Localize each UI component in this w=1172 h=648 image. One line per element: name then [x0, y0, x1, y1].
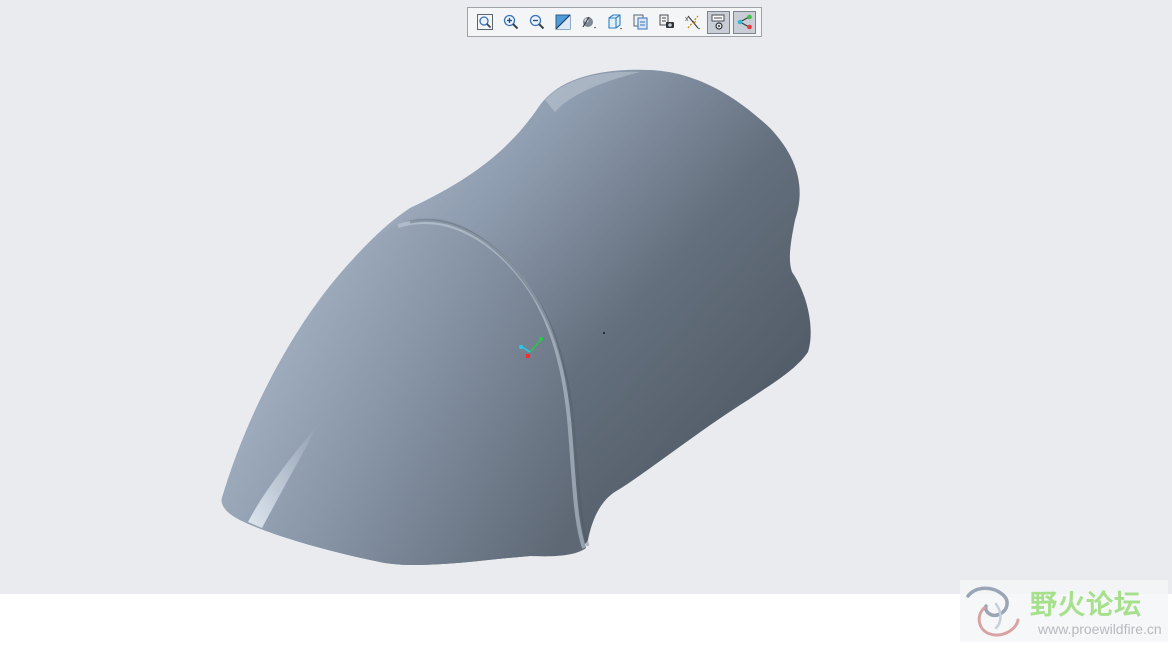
perspective-view-icon [659, 14, 674, 28]
display-style-icon [581, 16, 596, 29]
watermark-url: www.proewildfire.cn [1038, 621, 1162, 637]
saved-orientations-button[interactable] [603, 11, 626, 34]
view-toolbar: x [467, 7, 762, 37]
spin-center-icon [737, 14, 752, 30]
watermark-logo-icon [966, 586, 1020, 637]
view-manager-icon [633, 14, 647, 30]
spin-center-button[interactable] [733, 10, 756, 34]
display-style-button[interactable] [577, 11, 600, 34]
repaint-button[interactable] [551, 11, 574, 34]
annotation-display-button[interactable] [707, 10, 730, 34]
spin-center-marker [603, 332, 605, 334]
zoom-out-button[interactable] [525, 11, 548, 34]
annotation-display-icon [711, 14, 724, 30]
zoom-fit-button[interactable] [473, 11, 496, 34]
zoom-in-button[interactable] [499, 11, 522, 34]
graphics-window[interactable]: x [0, 0, 1172, 594]
3d-model[interactable] [0, 0, 1172, 594]
watermark-title: 野火论坛 [1030, 590, 1142, 621]
repaint-icon [555, 14, 570, 30]
zoom-out-icon [529, 14, 544, 30]
datum-display-filters-button[interactable]: x [681, 11, 704, 34]
zoom-fit-icon [476, 14, 493, 30]
saved-orientations-icon [607, 14, 622, 30]
view-manager-button[interactable] [629, 11, 652, 34]
datum-display-filters-icon: x [685, 15, 700, 30]
zoom-in-icon [503, 14, 518, 30]
watermark: 野火论坛 www.proewildfire.cn [960, 580, 1168, 642]
perspective-view-button[interactable] [655, 11, 678, 34]
